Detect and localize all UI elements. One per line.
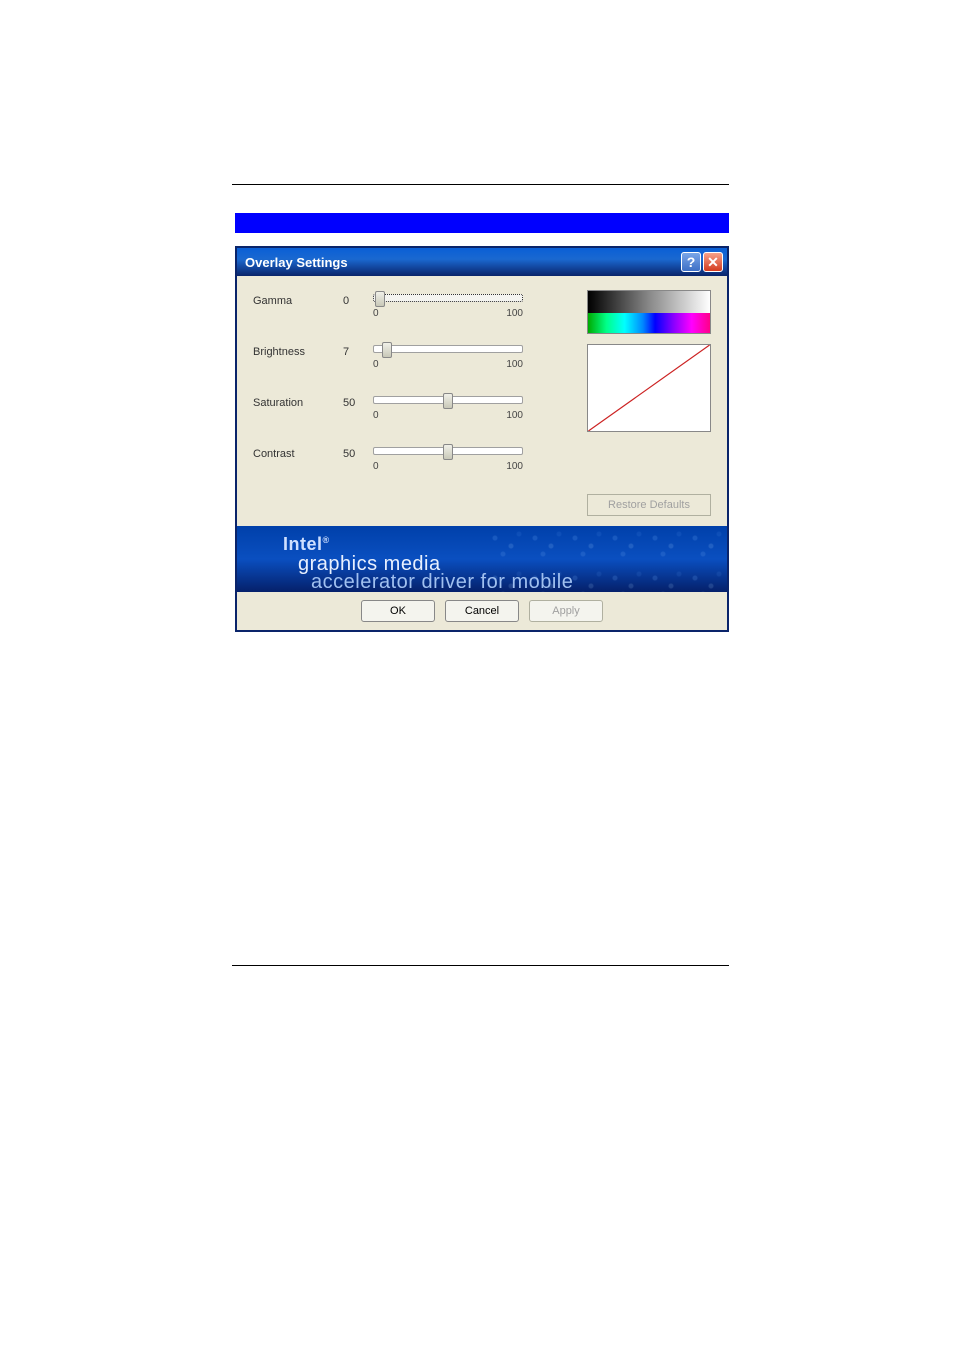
saturation-value: 50: [343, 396, 373, 409]
contrast-label: Contrast: [253, 447, 343, 460]
contrast-slider[interactable]: [373, 447, 523, 455]
cancel-button[interactable]: Cancel: [445, 600, 519, 622]
brightness-thumb[interactable]: [382, 342, 392, 358]
curve-preview: [587, 344, 711, 432]
brightness-label: Brightness: [253, 345, 343, 358]
gamma-label: Gamma: [253, 294, 343, 307]
saturation-max: 100: [506, 410, 523, 421]
saturation-slider[interactable]: [373, 396, 523, 404]
gamma-thumb[interactable]: [375, 291, 385, 307]
contrast-row: Contrast 50 0 100: [253, 447, 711, 472]
close-button[interactable]: ✕: [703, 252, 723, 272]
restore-defaults-button[interactable]: Restore Defaults: [587, 494, 711, 516]
overlay-settings-window: Overlay Settings ? ✕ Gamma 0 0 100 Brigh: [235, 246, 729, 632]
saturation-thumb[interactable]: [443, 393, 453, 409]
contrast-thumb[interactable]: [443, 444, 453, 460]
contrast-value: 50: [343, 447, 373, 460]
page-rule-bottom: [232, 965, 729, 966]
brightness-min: 0: [373, 359, 379, 370]
close-icon: ✕: [707, 254, 719, 271]
gamma-min: 0: [373, 308, 379, 319]
dialog-buttons: OK Cancel Apply: [237, 592, 727, 630]
contrast-max: 100: [506, 461, 523, 472]
preview-area: [587, 290, 711, 432]
apply-button: Apply: [529, 600, 603, 622]
window-title: Overlay Settings: [245, 255, 348, 270]
gamma-value: 0: [343, 294, 373, 307]
saturation-label: Saturation: [253, 396, 343, 409]
contrast-min: 0: [373, 461, 379, 472]
question-icon: ?: [687, 254, 696, 270]
banner-line2: accelerator driver for mobile: [283, 571, 727, 592]
ok-button[interactable]: OK: [361, 600, 435, 622]
page-rule-top: [232, 184, 729, 185]
brightness-slider[interactable]: [373, 345, 523, 353]
gamma-max: 100: [506, 308, 523, 319]
gamma-slider[interactable]: [373, 294, 523, 302]
brightness-max: 100: [506, 359, 523, 370]
gradient-preview: [587, 290, 711, 334]
decorative-blue-bar: [235, 213, 729, 233]
brightness-value: 7: [343, 345, 373, 358]
intel-banner: Intel® graphics media accelerator driver…: [237, 526, 727, 592]
help-button[interactable]: ?: [681, 252, 701, 272]
settings-panel: Gamma 0 0 100 Brightness 7 0: [237, 276, 727, 526]
titlebar: Overlay Settings ? ✕: [237, 248, 727, 276]
saturation-min: 0: [373, 410, 379, 421]
